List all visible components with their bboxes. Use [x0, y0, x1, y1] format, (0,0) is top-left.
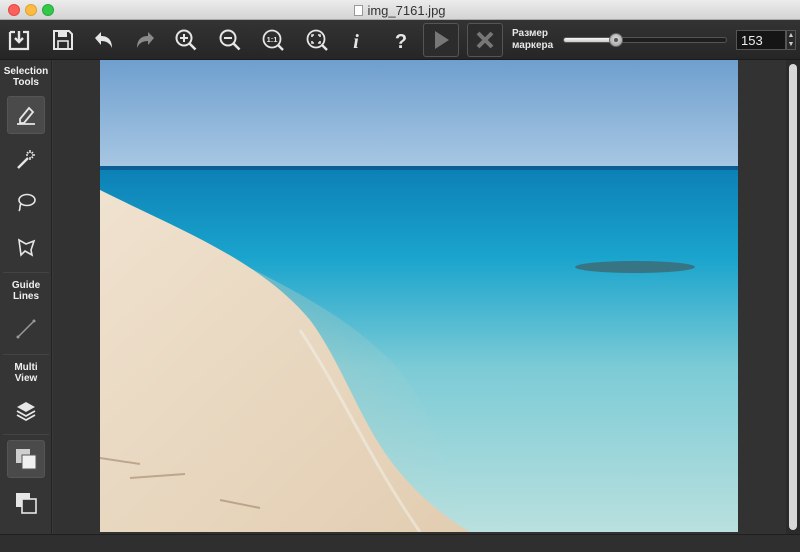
sidebar-divider — [3, 354, 49, 355]
marker-size-field[interactable]: 153 — [736, 30, 786, 50]
status-bar — [0, 534, 800, 552]
cancel-icon — [476, 31, 494, 49]
vertical-scrollbar[interactable] — [786, 60, 800, 534]
scrollbar-thumb[interactable] — [789, 64, 797, 530]
stepper-up-icon[interactable]: ▲ — [787, 31, 795, 40]
marker-size-slider-knob[interactable] — [608, 33, 623, 47]
title-bar: img_7161.jpg — [0, 0, 800, 20]
magic-wand-tool-button[interactable] — [7, 140, 45, 178]
zoom-out-icon — [219, 29, 241, 51]
actual-size-glyph: 1:1 — [267, 35, 278, 44]
back-layer-button[interactable] — [7, 484, 45, 522]
selection-tools-heading-line1: Selection — [3, 66, 49, 77]
save-button[interactable] — [47, 24, 79, 56]
sidebar-divider — [3, 272, 49, 273]
image-canvas[interactable] — [53, 60, 786, 534]
marker-size-label-line1: Размер — [512, 28, 549, 39]
pencil-icon — [17, 106, 35, 125]
play-icon — [435, 31, 449, 49]
toolbar: 1:1 i ? Размер маркера 153 ▲ ▼ — [0, 20, 800, 60]
info-glyph: i — [353, 31, 359, 52]
actual-size-button[interactable]: 1:1 — [257, 24, 289, 56]
zoom-in-button[interactable] — [170, 24, 202, 56]
undo-icon — [95, 32, 112, 48]
marker-size-stepper[interactable]: ▲ ▼ — [786, 30, 796, 50]
export-button[interactable] — [3, 24, 35, 56]
fit-to-window-icon — [306, 29, 328, 51]
fit-to-window-button[interactable] — [301, 24, 333, 56]
cancel-button[interactable] — [467, 23, 503, 57]
tools-sidebar: Selection Tools Guide Lines Multi View — [0, 60, 52, 534]
photo-image — [100, 60, 738, 532]
multi-view-heading-line1: Multi — [14, 362, 38, 373]
export-icon — [8, 30, 30, 51]
help-icon: ? — [395, 31, 407, 52]
window-title-container: img_7161.jpg — [0, 3, 800, 18]
multi-view-heading-line2: View — [14, 373, 38, 384]
document-icon — [354, 5, 364, 16]
layers-button[interactable] — [7, 392, 45, 430]
marker-size-slider[interactable] — [563, 33, 727, 47]
magic-wand-icon — [17, 150, 35, 169]
guide-lines-heading-line1: Guide — [11, 280, 41, 291]
help-button[interactable]: ? — [385, 24, 417, 56]
lasso-tool-button[interactable] — [7, 184, 45, 222]
pencil-tool-button[interactable] — [7, 96, 45, 134]
app-window: img_7161.jpg 1:1 i ? Размер маркера 153 … — [0, 0, 800, 552]
beach-photo[interactable] — [100, 60, 738, 532]
actual-size-icon: 1:1 — [262, 29, 284, 51]
info-button[interactable]: i — [340, 24, 372, 56]
polygon-lasso-icon — [17, 238, 36, 257]
stepper-down-icon[interactable]: ▼ — [787, 40, 795, 49]
run-button[interactable] — [423, 23, 459, 57]
layers-icon — [16, 402, 36, 422]
front-layer-button[interactable] — [7, 440, 45, 478]
zoom-in-icon — [175, 29, 197, 51]
undo-button[interactable] — [87, 24, 119, 56]
redo-button[interactable] — [130, 24, 162, 56]
sidebar-divider — [3, 434, 49, 435]
guide-lines-heading-line2: Lines — [12, 291, 40, 302]
back-layer-icon — [16, 493, 37, 514]
multi-view-heading: Multi View — [0, 362, 52, 384]
polygon-lasso-tool-button[interactable] — [7, 228, 45, 266]
guide-lines-heading: Guide Lines — [0, 280, 52, 302]
info-icon: i — [353, 31, 359, 52]
selection-tools-heading-line2: Tools — [13, 77, 39, 88]
selection-tools-heading: Selection Tools — [0, 66, 52, 88]
line-icon — [16, 319, 36, 339]
lasso-icon — [18, 193, 36, 212]
help-glyph: ? — [395, 31, 407, 52]
marker-size-label-line2: маркера — [512, 40, 554, 51]
line-tool-button[interactable] — [7, 310, 45, 348]
front-layer-icon — [16, 449, 37, 470]
window-title: img_7161.jpg — [367, 3, 446, 18]
redo-icon — [137, 32, 154, 48]
marker-size-label: Размер маркера — [512, 28, 560, 52]
save-icon — [53, 30, 73, 50]
zoom-out-button[interactable] — [214, 24, 246, 56]
